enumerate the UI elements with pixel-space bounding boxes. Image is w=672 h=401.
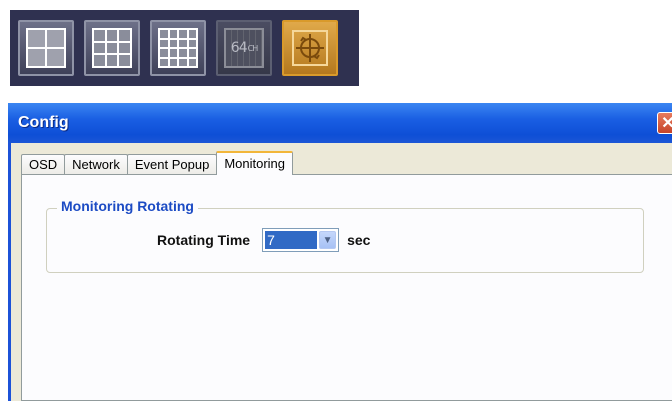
64ch-icon: 64 CH	[224, 28, 264, 68]
tab-network[interactable]: Network	[64, 154, 128, 175]
config-window: Config ✕ OSD Network Event Popup Monitor…	[8, 103, 672, 401]
grid-2x2-icon	[26, 28, 66, 68]
tab-strip: OSD Network Event Popup Monitoring	[21, 151, 294, 175]
tab-osd[interactable]: OSD	[21, 154, 66, 175]
layout-64-channel-button[interactable]: 64 CH	[216, 20, 272, 76]
window-title: Config	[18, 114, 69, 131]
tab-event-popup[interactable]: Event Popup	[126, 154, 218, 175]
close-icon: ✕	[661, 115, 672, 132]
title-bar[interactable]: Config ✕	[8, 103, 672, 143]
close-button[interactable]: ✕	[657, 112, 672, 134]
rotate-crosshair-icon	[292, 30, 328, 66]
layout-16-split-button[interactable]	[150, 20, 206, 76]
chevron-down-icon[interactable]: ▼	[319, 231, 337, 249]
64ch-label: 64	[230, 40, 248, 56]
grid-3x3-icon	[92, 28, 132, 68]
monitoring-rotating-group: Monitoring Rotating Rotating Time 7 ▼ se…	[46, 198, 644, 273]
group-title: Monitoring Rotating	[57, 198, 198, 214]
rotating-time-row: Rotating Time 7 ▼ sec	[157, 228, 370, 252]
rotating-time-value[interactable]: 7	[265, 231, 318, 249]
monitoring-panel: Monitoring Rotating Rotating Time 7 ▼ se…	[21, 174, 672, 401]
tab-monitoring[interactable]: Monitoring	[216, 151, 294, 175]
layout-toolbar: 64 CH	[10, 10, 359, 86]
grid-4x4-icon	[158, 28, 198, 68]
layout-4-split-button[interactable]	[18, 20, 74, 76]
64ch-sublabel: CH	[247, 43, 259, 53]
config-rotate-button[interactable]	[282, 20, 338, 76]
layout-9-split-button[interactable]	[84, 20, 140, 76]
rotating-time-label: Rotating Time	[157, 232, 251, 248]
rotating-time-select[interactable]: 7 ▼	[262, 228, 340, 252]
rotating-time-unit: sec	[347, 232, 371, 248]
